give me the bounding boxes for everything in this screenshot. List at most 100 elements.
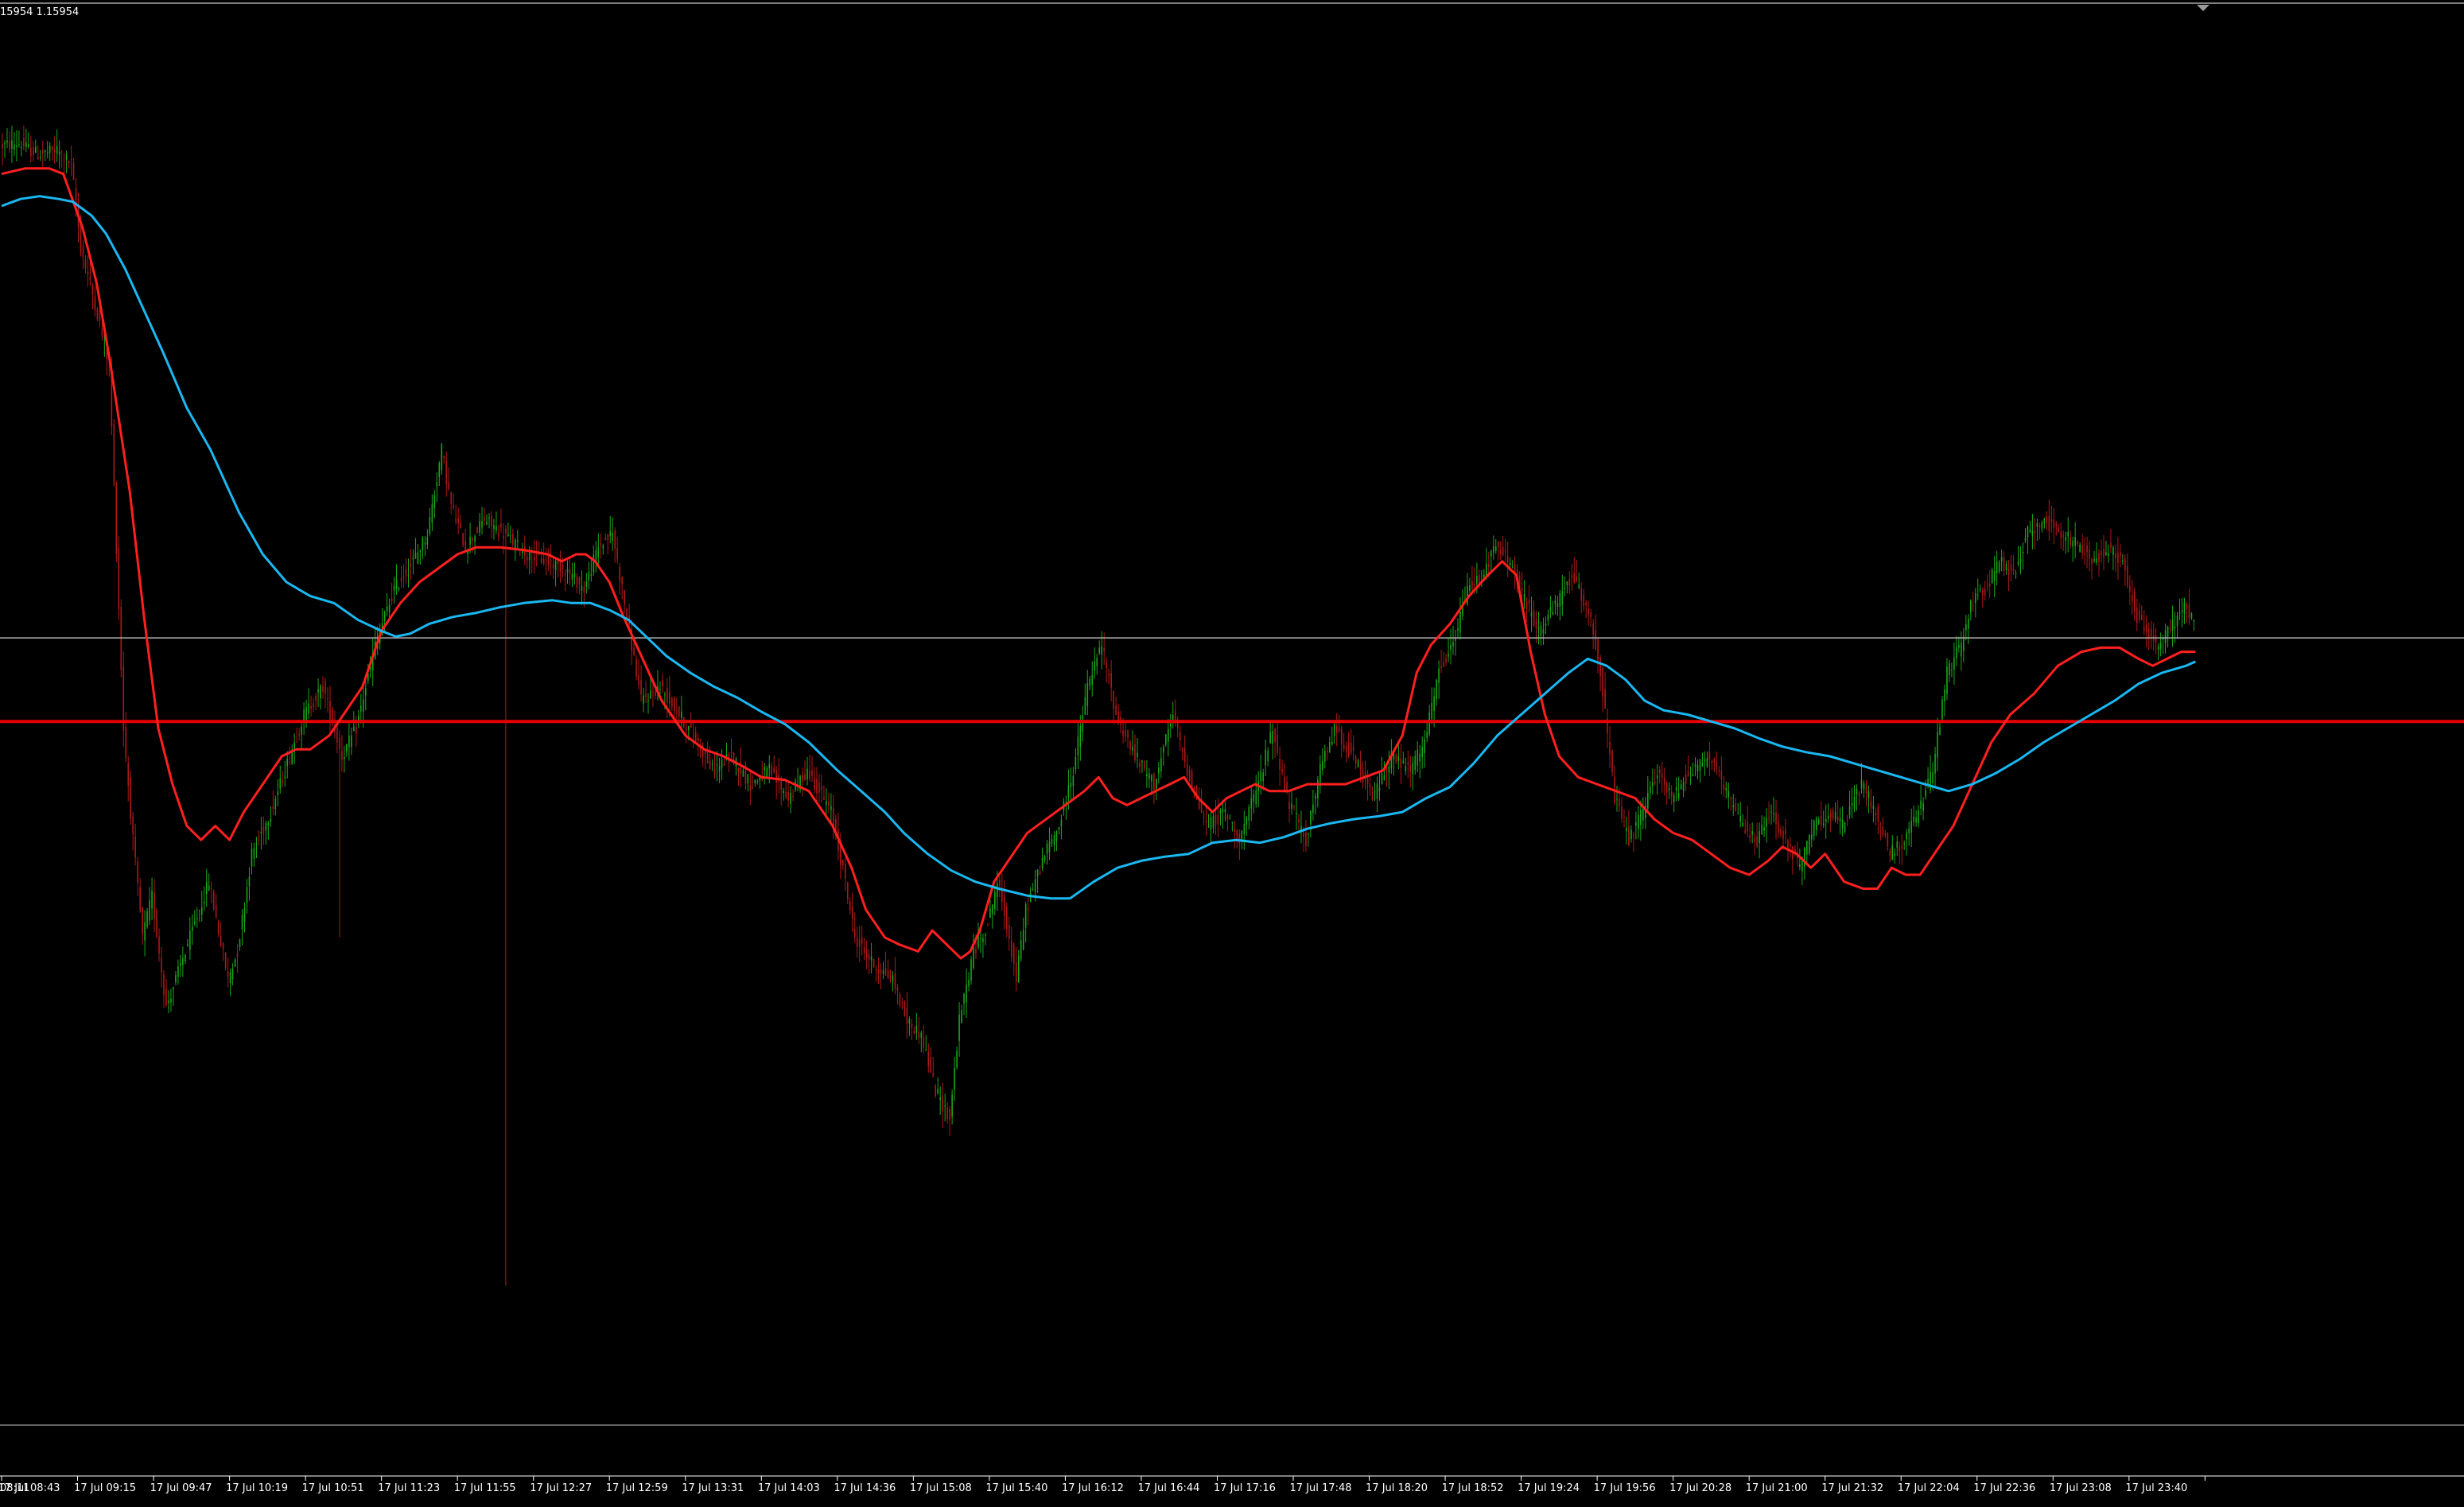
candle bbox=[2171, 605, 2174, 647]
candle bbox=[1817, 816, 1820, 825]
candle bbox=[436, 472, 438, 503]
shift-marker-triangle-icon[interactable] bbox=[2197, 5, 2209, 11]
candle bbox=[2155, 627, 2157, 655]
candle bbox=[2167, 625, 2169, 648]
candle bbox=[474, 534, 476, 555]
candle bbox=[1469, 577, 1471, 593]
x-tick-label: 17 Jul 14:03 bbox=[758, 1482, 820, 1494]
candle bbox=[222, 942, 224, 961]
candle bbox=[1986, 574, 1988, 592]
candle bbox=[1163, 744, 1164, 766]
candle bbox=[1277, 720, 1278, 756]
candle bbox=[1141, 759, 1143, 773]
candle bbox=[1044, 854, 1046, 864]
candle bbox=[1633, 831, 1634, 853]
candle bbox=[1941, 696, 1943, 724]
candle bbox=[1008, 916, 1010, 951]
candle bbox=[329, 686, 331, 736]
candle bbox=[301, 720, 302, 752]
candle bbox=[217, 919, 220, 938]
candle bbox=[241, 909, 243, 946]
candle bbox=[1872, 795, 1875, 822]
candle bbox=[1658, 766, 1661, 784]
candle bbox=[747, 774, 749, 792]
candle bbox=[1685, 764, 1687, 791]
candle bbox=[1979, 584, 1981, 593]
candle bbox=[1809, 834, 1810, 856]
candle bbox=[137, 856, 138, 897]
candle bbox=[1571, 564, 1573, 591]
candle bbox=[198, 909, 200, 922]
candle bbox=[1098, 640, 1101, 655]
candle bbox=[604, 533, 607, 541]
candle bbox=[180, 954, 181, 977]
chart-frame bbox=[0, 2, 2464, 1477]
candle bbox=[1963, 627, 1965, 662]
candle bbox=[887, 959, 889, 980]
candle bbox=[961, 1004, 962, 1024]
candle bbox=[510, 526, 511, 544]
candle bbox=[709, 746, 711, 770]
candle bbox=[1716, 752, 1718, 775]
candle bbox=[804, 759, 806, 782]
candle bbox=[9, 131, 10, 153]
candle bbox=[1369, 775, 1371, 797]
candle bbox=[1934, 747, 1936, 787]
candle bbox=[1291, 791, 1292, 815]
candle bbox=[1903, 840, 1906, 850]
candle bbox=[486, 514, 488, 526]
candle bbox=[14, 132, 15, 156]
candle bbox=[1402, 752, 1405, 765]
candle bbox=[680, 695, 682, 731]
candle bbox=[2150, 620, 2152, 649]
candle bbox=[1158, 762, 1160, 784]
candle bbox=[1084, 683, 1086, 716]
candle bbox=[989, 899, 991, 919]
ohlc-readout: 15954 1.15954 bbox=[0, 6, 80, 18]
candle bbox=[1958, 636, 1960, 653]
candle bbox=[906, 992, 908, 1039]
candle bbox=[1315, 792, 1316, 815]
candle bbox=[1284, 763, 1285, 793]
x-tick-label: 17 Jul 22:04 bbox=[1898, 1482, 1960, 1494]
candle bbox=[1296, 797, 1297, 830]
candle bbox=[417, 544, 419, 565]
candle bbox=[1005, 902, 1008, 938]
candle bbox=[2091, 557, 2093, 580]
candle bbox=[196, 907, 198, 928]
candle bbox=[1590, 608, 1591, 627]
chart-window[interactable]: 08:11 17 Jul 08:43 17 Jul 09:15 17 Jul 09:4… bbox=[0, 0, 2464, 1507]
candle bbox=[547, 548, 550, 571]
candle bbox=[1039, 865, 1041, 876]
candle bbox=[412, 549, 414, 575]
candle bbox=[811, 755, 813, 783]
candle bbox=[756, 779, 759, 785]
candle bbox=[134, 823, 136, 866]
candle bbox=[873, 958, 875, 969]
candle bbox=[942, 1082, 943, 1128]
candle bbox=[1060, 814, 1063, 840]
candle bbox=[1670, 785, 1673, 806]
candle bbox=[1452, 625, 1454, 655]
candle bbox=[899, 991, 901, 1008]
candle bbox=[1317, 775, 1319, 808]
candle bbox=[2024, 528, 2027, 543]
candle bbox=[821, 775, 822, 803]
candle bbox=[1851, 787, 1853, 818]
candle bbox=[53, 135, 56, 164]
candle bbox=[706, 741, 709, 764]
candle bbox=[814, 767, 815, 794]
candle bbox=[51, 146, 53, 161]
candle bbox=[1020, 930, 1022, 962]
candle bbox=[1298, 814, 1300, 833]
candle bbox=[958, 1002, 960, 1057]
chart-canvas[interactable]: 08:1117 Jul 08:43 17 Jul 09:15 17 Jul 09:4… bbox=[0, 0, 2464, 1507]
candle bbox=[2022, 542, 2024, 570]
candle bbox=[2048, 499, 2050, 541]
candle bbox=[1635, 811, 1637, 840]
candle bbox=[308, 688, 309, 720]
candle bbox=[1082, 705, 1084, 742]
candle bbox=[1668, 782, 1670, 799]
candle bbox=[2086, 536, 2088, 569]
candle bbox=[735, 756, 737, 776]
